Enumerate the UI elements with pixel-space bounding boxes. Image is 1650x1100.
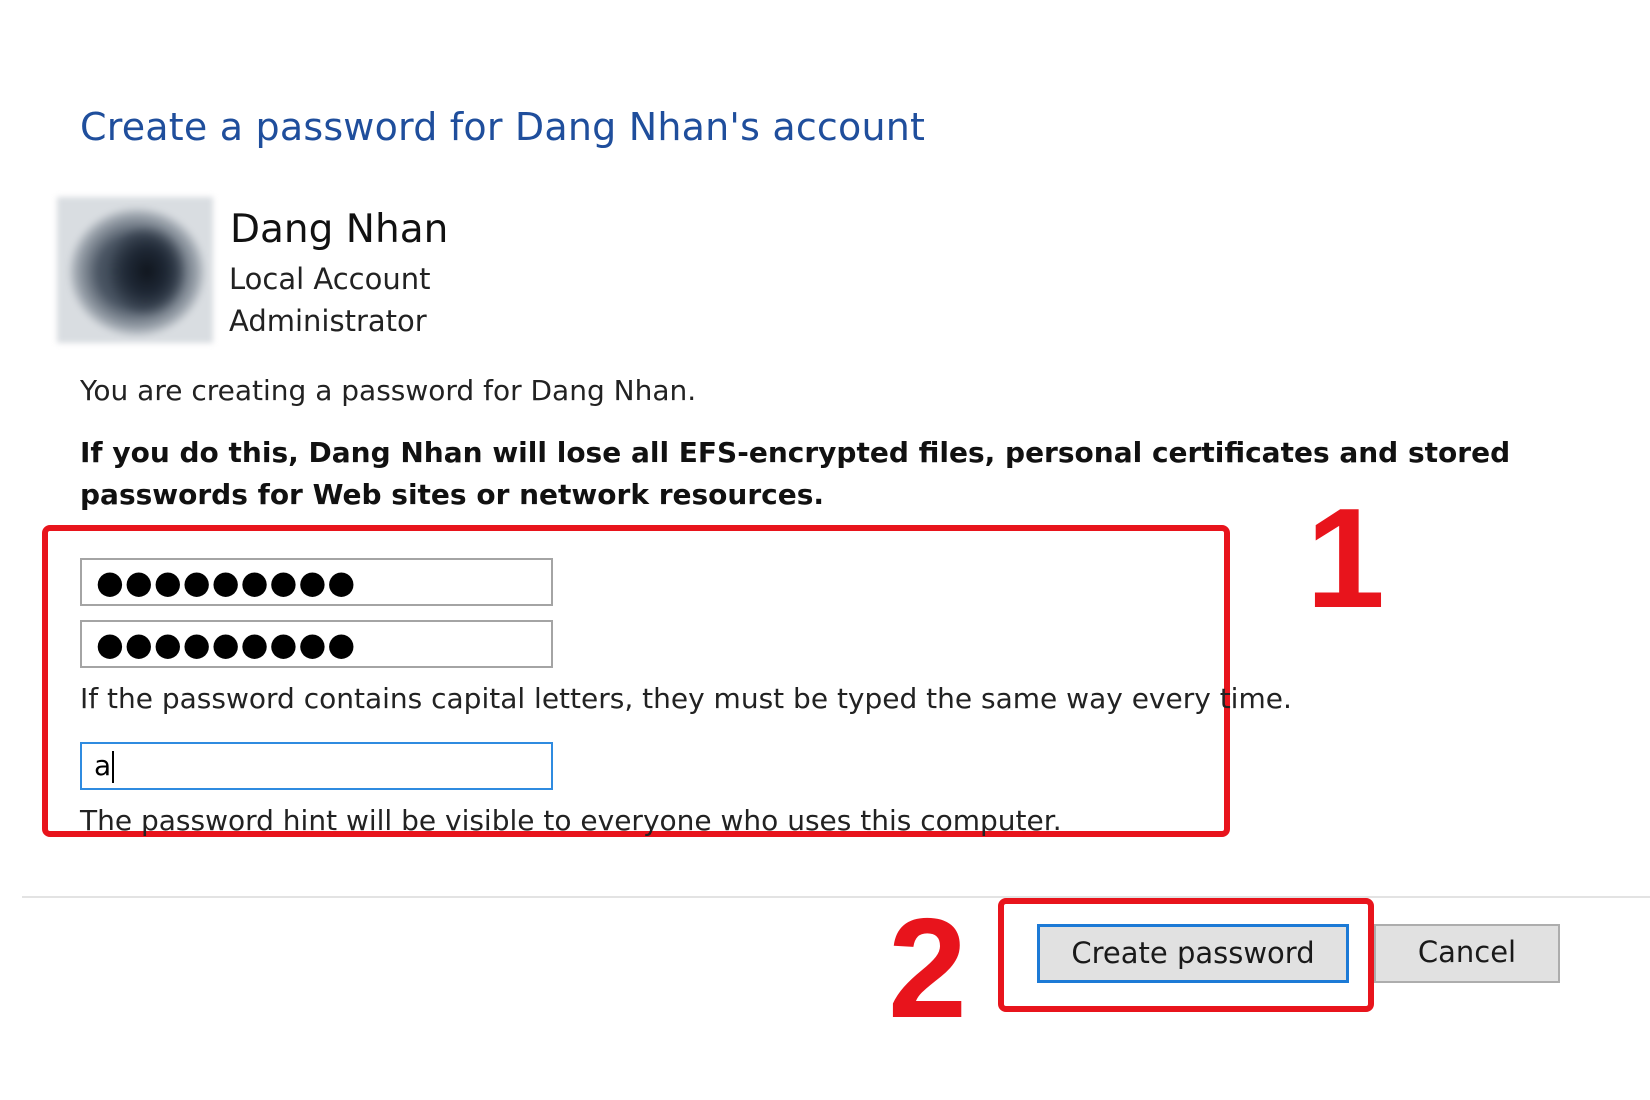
account-role: Administrator: [229, 304, 427, 338]
cancel-button[interactable]: Cancel: [1374, 924, 1560, 983]
confirm-password-input[interactable]: ●●●●●●●●●: [80, 620, 553, 668]
new-password-input[interactable]: ●●●●●●●●●: [80, 558, 553, 606]
info-text: You are creating a password for Dang Nha…: [80, 374, 697, 407]
confirm-password-value: ●●●●●●●●●: [96, 625, 357, 663]
annotation-step-2-marker: 2: [888, 889, 967, 1048]
password-hint-input[interactable]: a: [80, 742, 553, 790]
hint-note: The password hint will be visible to eve…: [80, 804, 1062, 837]
user-avatar: [57, 197, 213, 343]
caps-note: If the password contains capital letters…: [80, 682, 1292, 715]
footer-divider: [22, 896, 1650, 898]
password-hint-value: a: [94, 749, 112, 782]
create-password-button[interactable]: Create password: [1037, 924, 1349, 983]
text-caret: [112, 751, 115, 783]
user-name: Dang Nhan: [230, 207, 449, 252]
annotation-step-1-marker: 1: [1306, 479, 1385, 638]
page-title: Create a password for Dang Nhan's accoun…: [80, 105, 926, 149]
new-password-value: ●●●●●●●●●: [96, 563, 357, 601]
account-type: Local Account: [229, 262, 431, 296]
